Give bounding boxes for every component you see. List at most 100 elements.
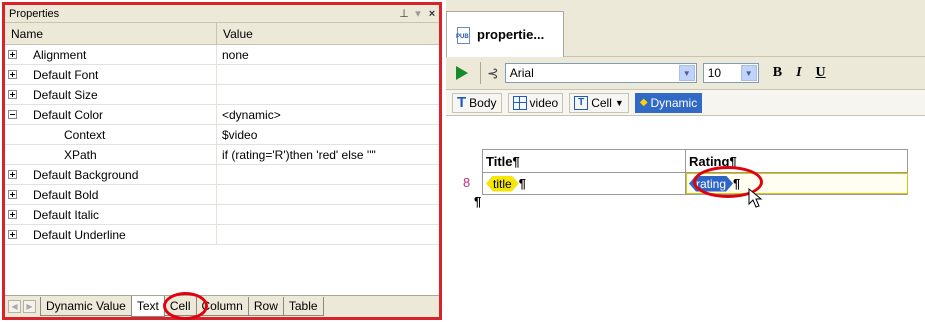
property-value[interactable]: <dynamic> [217, 105, 439, 124]
close-icon[interactable]: × [425, 8, 439, 20]
property-value[interactable]: if (rating='R')then 'red' else ''" [217, 145, 439, 164]
property-value[interactable] [217, 185, 439, 204]
chevron-down-icon[interactable]: ▼ [740, 65, 757, 81]
property-row[interactable]: Default Underline [5, 225, 439, 245]
font-select[interactable]: Arial ▼ [504, 63, 697, 83]
filter-icon[interactable]: ⊰ [487, 65, 499, 82]
property-value[interactable] [217, 165, 439, 184]
expand-icon[interactable] [8, 50, 17, 59]
breadcrumb-body[interactable]: T Body [452, 92, 502, 113]
property-name: Default Font [33, 67, 99, 82]
design-canvas[interactable]: Title¶ Rating¶ title ¶ rating ¶ 8 ¶ [446, 117, 925, 322]
font-value: Arial [509, 66, 534, 80]
property-name-cell: Context [5, 125, 217, 144]
tab-text[interactable]: Text [130, 296, 165, 317]
property-name-cell: XPath [5, 145, 217, 164]
breadcrumb-cell[interactable]: T Cell ▼ [569, 92, 629, 113]
properties-header: Name Value [5, 23, 439, 45]
collapse-icon[interactable] [8, 110, 17, 119]
link-icon: 8 [463, 175, 471, 190]
property-name: Default Bold [33, 187, 99, 202]
document-tab[interactable]: PUB propertie... [446, 11, 564, 57]
document-file-icon: PUB [455, 26, 471, 44]
expand-icon[interactable] [8, 90, 17, 99]
property-row[interactable]: Default Bold [5, 185, 439, 205]
property-name-cell: Default Background [5, 165, 217, 184]
document-tabs: PUB propertie... [446, 0, 925, 57]
panel-title: Properties [9, 7, 60, 20]
italic-button[interactable]: I [796, 65, 801, 81]
chevron-down-icon[interactable]: ▼ [615, 98, 624, 108]
title-field[interactable]: title [486, 176, 519, 192]
expand-icon[interactable] [8, 170, 17, 179]
expand-icon[interactable] [8, 230, 17, 239]
property-name-cell: Default Bold [5, 185, 217, 204]
table-header-row: Title¶ Rating¶ [483, 150, 907, 172]
breadcrumb-label: Cell [591, 95, 612, 110]
editor-pane: PUB propertie... ⊰ Arial ▼ 10 ▼ B I U T … [446, 0, 925, 322]
property-row[interactable]: Context $video [5, 125, 439, 145]
paragraph-mark: ¶ [474, 194, 482, 209]
property-value[interactable] [217, 225, 439, 244]
expand-icon[interactable] [8, 210, 17, 219]
underline-button[interactable]: U [816, 65, 826, 81]
property-name-cell: Default Underline [5, 225, 217, 244]
property-value[interactable] [217, 65, 439, 84]
tab-dynamic-value[interactable]: Dynamic Value [40, 297, 132, 316]
property-name: Context [64, 127, 106, 142]
column-header-name[interactable]: Name [5, 23, 217, 44]
property-name-cell: Alignment [5, 45, 217, 64]
properties-panel: Properties ⊥ ▾ × Name Value Alignment non… [2, 2, 442, 320]
property-row[interactable]: Default Italic [5, 205, 439, 225]
tab-row[interactable]: Row [247, 297, 284, 316]
property-row[interactable]: XPath if (rating='R')then 'red' else ''" [5, 145, 439, 165]
size-select[interactable]: 10 ▼ [702, 63, 759, 83]
cell-title[interactable]: title ¶ [483, 173, 686, 194]
mouse-cursor-icon [748, 188, 763, 208]
property-row[interactable]: Default Background [5, 165, 439, 185]
property-value[interactable] [217, 85, 439, 104]
format-toolbar: ⊰ Arial ▼ 10 ▼ B I U [446, 57, 925, 90]
property-value[interactable]: none [217, 45, 439, 64]
property-name-cell: Default Font [5, 65, 217, 84]
column-header-value[interactable]: Value [217, 23, 439, 44]
property-name: Default Background [33, 167, 139, 182]
property-name: Alignment [33, 47, 87, 62]
property-name: Default Underline [33, 227, 126, 242]
property-value[interactable]: $video [217, 125, 439, 144]
tab-table[interactable]: Table [282, 297, 324, 316]
breadcrumb-label: Body [469, 95, 497, 110]
breadcrumb-video[interactable]: video [507, 92, 564, 113]
property-row[interactable]: Default Size [5, 85, 439, 105]
breadcrumb-dynamic[interactable]: ◆ Dynamic [634, 92, 703, 113]
property-name: Default Italic [33, 207, 100, 222]
property-name: Default Color [33, 107, 104, 122]
diamond-icon: ◆ [639, 97, 648, 108]
pin-icon[interactable]: ⊥ [397, 7, 411, 20]
expand-icon[interactable] [8, 190, 17, 199]
breadcrumb-label: Dynamic [650, 95, 698, 110]
property-row[interactable]: Default Font [5, 65, 439, 85]
property-row[interactable]: Alignment none [5, 45, 439, 65]
bold-button[interactable]: B [773, 65, 782, 81]
property-name-cell: Default Color [5, 105, 217, 124]
run-icon[interactable] [456, 66, 468, 80]
table-icon [512, 95, 527, 110]
chevron-down-icon[interactable]: ▼ [678, 65, 695, 81]
tab-scroll-left-icon[interactable]: ◀ [8, 300, 21, 313]
highlight-circle-text-tab [163, 292, 208, 320]
property-value[interactable] [217, 205, 439, 224]
header-title[interactable]: Title¶ [483, 150, 686, 172]
tab-scroll-right-icon[interactable]: ▶ [23, 300, 36, 313]
properties-titlebar: Properties ⊥ ▾ × [5, 5, 439, 23]
document-tab-label: propertie... [477, 27, 545, 42]
expand-icon[interactable] [8, 70, 17, 79]
breadcrumb: T Body video T Cell ▼ ◆ Dynamic [446, 90, 925, 116]
separator [480, 62, 481, 84]
property-grid: Alignment none Default Font Default Size Def… [5, 45, 439, 245]
property-name: Default Size [33, 87, 98, 102]
text-icon: T [457, 94, 467, 111]
property-row[interactable]: Default Color <dynamic> [5, 105, 439, 125]
dropdown-icon[interactable]: ▾ [411, 7, 425, 20]
property-name-cell: Default Italic [5, 205, 217, 224]
